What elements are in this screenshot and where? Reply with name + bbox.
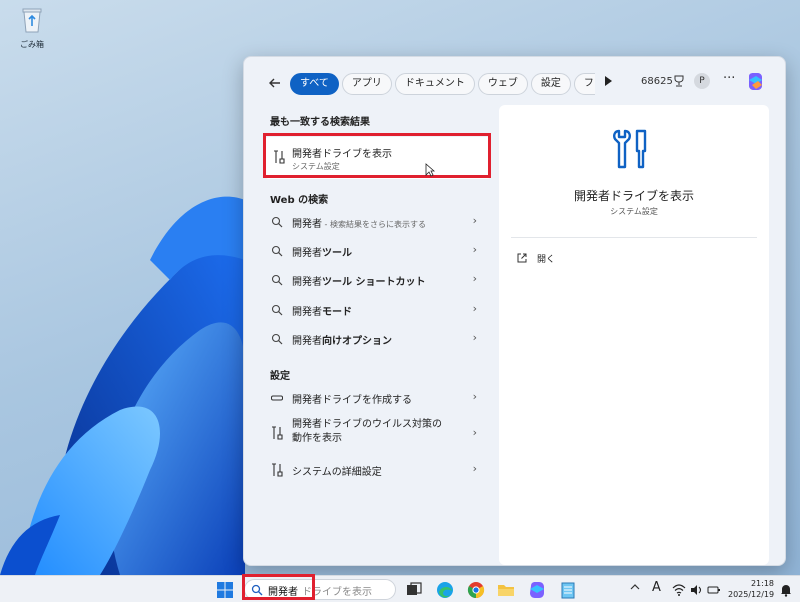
- rewards-points[interactable]: 68625: [641, 76, 673, 87]
- chevron-right-icon: ›: [472, 426, 477, 439]
- web-result-prefix: 開発者: [292, 248, 322, 259]
- web-result-bold: 向けオプション: [322, 336, 392, 347]
- web-result-2[interactable]: 開発者ツール ›: [265, 239, 491, 263]
- chevron-up-icon: [630, 584, 640, 590]
- more-options-button[interactable]: ···: [723, 71, 735, 86]
- recycle-bin-icon: [22, 8, 42, 33]
- copilot-icon[interactable]: [746, 72, 765, 91]
- dev-drive-icon: [272, 463, 283, 477]
- copilot-app-icon[interactable]: [527, 580, 547, 600]
- start-windows-icon[interactable]: [215, 580, 235, 600]
- task-view-icon[interactable]: [404, 580, 424, 600]
- chevron-right-icon: ›: [472, 243, 477, 256]
- open-external-icon: [517, 253, 527, 263]
- search-icon: [271, 245, 283, 257]
- open-label: 開く: [537, 255, 556, 265]
- web-result-5[interactable]: 開発者向けオプション ›: [265, 327, 491, 351]
- back-button[interactable]: [264, 72, 286, 94]
- tab-folders[interactable]: フォル: [573, 73, 595, 95]
- dev-drive-icon: [272, 426, 283, 440]
- divider: [511, 237, 757, 238]
- show-hidden-icons-chevron-up-icon[interactable]: [630, 582, 640, 595]
- chevron-right-icon: ›: [472, 390, 477, 403]
- tab-all[interactable]: すべて: [290, 73, 339, 95]
- recycle-bin-shortcut[interactable]: ごみ箱: [12, 6, 52, 50]
- tab-web[interactable]: ウェブ: [477, 73, 528, 95]
- filter-tabs: すべてアプリドキュメントウェブ設定フォル: [290, 73, 595, 97]
- web-result-1[interactable]: 開発者 - 検索結果をさらに表示する ›: [265, 210, 491, 234]
- detail-subtitle: システム設定: [610, 207, 658, 216]
- recycle-bin-label: ごみ箱: [20, 40, 44, 49]
- search-icon: [271, 333, 283, 345]
- web-search-heading: Web の検索: [270, 195, 329, 206]
- battery-icon[interactable]: [707, 583, 721, 597]
- chevron-right-icon: ›: [472, 302, 477, 315]
- dev-drive-large-icon: [613, 129, 647, 169]
- web-result-bold: モード: [322, 307, 352, 318]
- ime-indicator[interactable]: A: [652, 580, 661, 595]
- taskbar: 開発者 ドライブを表示 A 21:18 2025/12/19: [0, 575, 800, 602]
- search-icon: [271, 304, 283, 316]
- clock-date: 2025/12/19: [728, 590, 775, 599]
- chevron-right-icon: ›: [472, 272, 477, 285]
- settings-result-3[interactable]: システムの詳細設定 ›: [265, 458, 491, 482]
- clock-time: 21:18: [750, 579, 774, 588]
- chevron-right-icon: ›: [472, 331, 477, 344]
- web-result-suffix: - 検索結果をさらに表示する: [322, 220, 426, 229]
- web-result-bold: ツール ショートカット: [322, 277, 426, 288]
- mouse-cursor-icon: [425, 163, 435, 177]
- best-match-heading: 最も一致する検索結果: [270, 117, 370, 128]
- avatar[interactable]: P: [694, 73, 710, 89]
- settings-result-label: システムの詳細設定: [292, 467, 382, 478]
- web-result-prefix: 開発者: [292, 277, 322, 288]
- web-result-prefix: 開発者: [292, 219, 322, 230]
- chevron-right-icon: ›: [472, 214, 477, 227]
- notification-bell-icon[interactable]: [779, 583, 793, 597]
- detail-title: 開発者ドライブを表示: [573, 189, 694, 203]
- best-match-highlight: [263, 133, 491, 178]
- edge-browser-icon[interactable]: [435, 580, 455, 600]
- settings-result-2[interactable]: 開発者ドライブのウイルス対策の 動作を表示 ›: [265, 416, 491, 452]
- rewards-trophy-icon: [674, 75, 684, 87]
- wifi-icon[interactable]: [672, 583, 686, 597]
- more-tabs-button[interactable]: [604, 76, 612, 89]
- web-result-4[interactable]: 開発者モード ›: [265, 298, 491, 322]
- file-explorer-icon[interactable]: [496, 580, 516, 600]
- detail-pane: 開発者ドライブを表示 システム設定 開く: [499, 105, 769, 565]
- settings-heading: 設定: [270, 371, 290, 382]
- search-toolbar: すべてアプリドキュメントウェブ設定フォル 68625 P ···: [244, 57, 785, 103]
- volume-icon[interactable]: [690, 583, 704, 597]
- web-result-3[interactable]: 開発者ツール ショートカット ›: [265, 268, 491, 292]
- drive-icon: [271, 395, 283, 401]
- notepad-icon[interactable]: [558, 580, 578, 600]
- tab-settings[interactable]: 設定: [530, 73, 571, 95]
- tab-documents[interactable]: ドキュメント: [394, 73, 475, 95]
- settings-result-label-line1: 開発者ドライブのウイルス対策の: [292, 419, 442, 430]
- web-result-prefix: 開発者: [292, 336, 322, 347]
- settings-result-label: 開発者ドライブを作成する: [292, 395, 412, 406]
- clock[interactable]: 21:18 2025/12/19: [728, 578, 774, 600]
- chrome-icon[interactable]: [466, 580, 486, 600]
- arrow-left-icon: [269, 78, 280, 88]
- web-result-prefix: 開発者: [292, 307, 322, 318]
- open-button[interactable]: 開く: [517, 251, 577, 267]
- settings-result-1[interactable]: 開発者ドライブを作成する ›: [265, 386, 491, 410]
- search-box-highlight: [242, 574, 315, 600]
- settings-result-label-line2: 動作を表示: [292, 433, 342, 444]
- play-icon: [605, 76, 612, 86]
- web-result-bold: ツール: [322, 248, 352, 259]
- search-icon: [271, 216, 283, 228]
- search-icon: [271, 274, 283, 286]
- chevron-right-icon: ›: [472, 462, 477, 475]
- tab-apps[interactable]: アプリ: [341, 73, 392, 95]
